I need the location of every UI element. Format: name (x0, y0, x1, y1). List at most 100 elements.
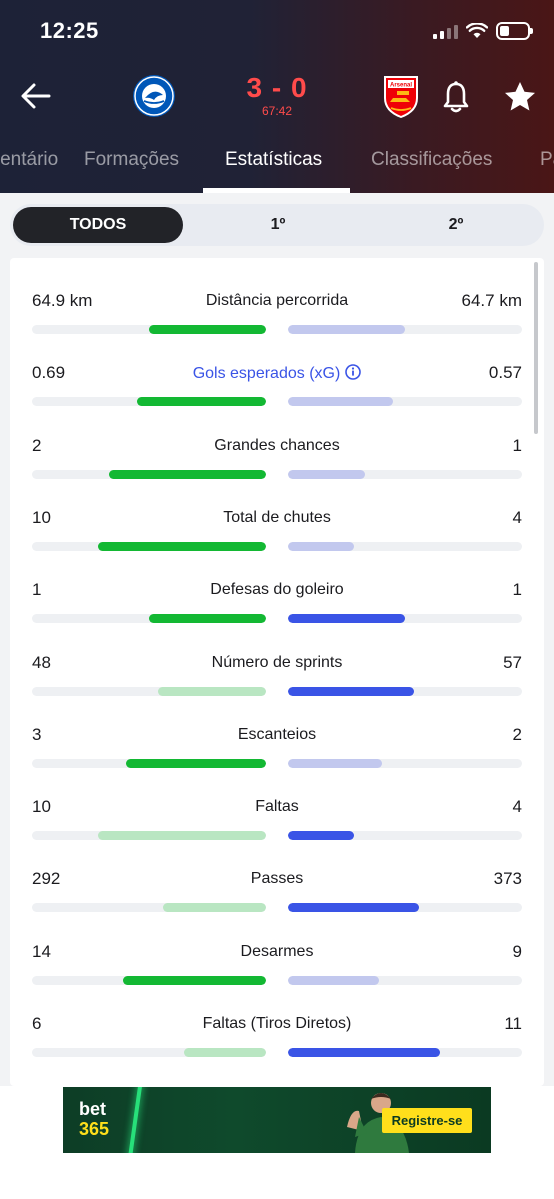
stat-home-bar-track (32, 903, 266, 913)
match-header: 12:25 3 - 0 67:42 Arsenal entário Formaç… (0, 0, 554, 193)
stat-home-bar (97, 831, 266, 841)
stat-home-value: 292 (32, 869, 61, 889)
period-second-half-button[interactable]: 2º (371, 207, 541, 243)
stat-home-value: 6 (32, 1014, 42, 1033)
stat-row: 10 Faltas 4 (10, 797, 544, 869)
stat-away-value: 0.57 (488, 363, 522, 383)
status-time: 12:25 (40, 18, 99, 43)
stat-label: Distância percorrida (110, 292, 444, 310)
stat-label-text: Grandes chances (214, 436, 340, 454)
stat-home-value: 10 (32, 797, 51, 817)
stat-row: 3 Escanteios 2 (10, 725, 544, 797)
stat-home-bar (163, 903, 266, 913)
stat-label: Passes (110, 870, 444, 888)
stat-row: 1 Defesas do goleiro 1 (10, 580, 544, 652)
stat-row: 48 Número de sprints 57 (10, 653, 544, 725)
stat-label: Grandes chances (110, 437, 444, 455)
stat-away-bar (288, 758, 382, 768)
tab-statistics[interactable]: Estatísticas (225, 149, 322, 171)
stat-away-value: 4 (512, 507, 522, 527)
advertisement-banner[interactable]: bet 365 Registre-se (63, 1087, 491, 1153)
stat-row: 292 Passes 373 (10, 869, 544, 941)
favorite-star-icon[interactable] (503, 80, 537, 114)
stat-home-bar-track (32, 1048, 266, 1057)
stat-label: Defesas do goleiro (110, 581, 444, 599)
stat-away-bar (288, 686, 415, 696)
stat-label-text: Faltas (Tiros Diretos) (202, 1015, 352, 1032)
stat-home-value: 3 (32, 724, 42, 744)
stat-label: Desarmes (110, 943, 444, 961)
stat-home-bar-track (32, 975, 266, 985)
ad-decoration (126, 1087, 144, 1153)
stat-home-value: 2 (32, 435, 42, 455)
stat-away-bar-track (288, 1048, 522, 1057)
stat-home-bar (97, 541, 266, 551)
match-tabs: Comentário Formações Estatísticas Classi… (0, 140, 554, 193)
notification-bell-icon[interactable] (440, 80, 472, 114)
ad-brand-bottom: 365 (79, 1119, 110, 1139)
stat-label-text: Desarmes (240, 942, 314, 960)
stat-label: Faltas (110, 798, 444, 816)
stat-away-bar-track (288, 831, 522, 841)
stat-away-bar (288, 903, 420, 913)
stat-label: Faltas (Tiros Diretos) (110, 1015, 444, 1033)
stat-label-text: Total de chutes (223, 508, 331, 526)
stat-home-bar-track (32, 831, 266, 841)
stat-home-bar (149, 325, 266, 334)
stat-away-bar (288, 1048, 441, 1057)
stat-home-bar (137, 397, 266, 407)
stat-away-value: 11 (504, 1014, 522, 1033)
tab-matches[interactable]: Partidas (540, 149, 554, 171)
stat-row: 6 Faltas (Tiros Diretos) 11 (10, 1014, 544, 1086)
status-icons (433, 22, 533, 40)
battery-icon (496, 22, 533, 40)
period-first-half-button[interactable]: 1º (193, 207, 363, 243)
stat-row: 2 Grandes chances 1 (10, 436, 544, 508)
stat-away-value: 9 (512, 941, 522, 961)
stat-home-bar-track (32, 397, 266, 407)
stat-away-bar-track (288, 614, 522, 624)
stat-away-bar-track (288, 975, 522, 985)
info-icon[interactable] (345, 364, 362, 381)
stat-away-bar-track (288, 325, 522, 334)
stat-home-bar (158, 686, 266, 696)
stat-row: 10 Total de chutes 4 (10, 508, 544, 580)
stat-away-bar-track (288, 469, 522, 479)
stat-away-bar (288, 397, 394, 407)
cellular-signal-icon (433, 23, 458, 39)
stat-home-bar-track (32, 686, 266, 696)
stat-row: 64.9 km Distância percorrida 64.7 km (10, 291, 544, 363)
stat-label[interactable]: Gols esperados (xG) (110, 364, 444, 383)
stat-away-bar-track (288, 758, 522, 768)
stat-home-value: 0.69 (32, 363, 66, 383)
tab-standings[interactable]: Classificações (371, 149, 492, 171)
stat-home-bar (123, 975, 266, 985)
stat-label-text: Defesas do goleiro (210, 581, 344, 599)
stat-away-bar (288, 614, 405, 624)
stat-home-bar (184, 1048, 266, 1057)
stat-label: Total de chutes (110, 509, 444, 527)
ad-register-button[interactable]: Registre-se (382, 1108, 472, 1133)
stat-home-bar (149, 614, 266, 624)
stat-label-text: Gols esperados (xG) (192, 365, 341, 383)
stat-label-text: Faltas (255, 798, 299, 816)
arsenal-crest-icon[interactable]: Arsenal (379, 74, 423, 118)
stat-home-bar-track (32, 541, 266, 551)
stat-away-bar-track (288, 397, 522, 407)
stat-label-text: Escanteios (237, 725, 317, 743)
stat-row: 14 Desarmes 9 (10, 942, 544, 1014)
stat-home-value: 48 (32, 652, 51, 672)
stat-away-bar (288, 325, 405, 334)
stat-away-bar (288, 831, 354, 841)
stat-home-bar-track (32, 758, 266, 768)
wifi-icon (466, 23, 488, 38)
stat-home-value: 1 (32, 580, 42, 600)
stat-home-bar (109, 469, 266, 479)
stat-away-bar (288, 541, 354, 551)
stat-away-value: 1 (512, 580, 522, 600)
period-all-button[interactable]: TODOS (13, 207, 183, 243)
stat-away-bar (288, 975, 380, 985)
tab-lineups[interactable]: Formações (84, 149, 179, 171)
stat-home-value: 14 (32, 941, 51, 961)
tab-commentary[interactable]: Comentário (0, 149, 58, 171)
